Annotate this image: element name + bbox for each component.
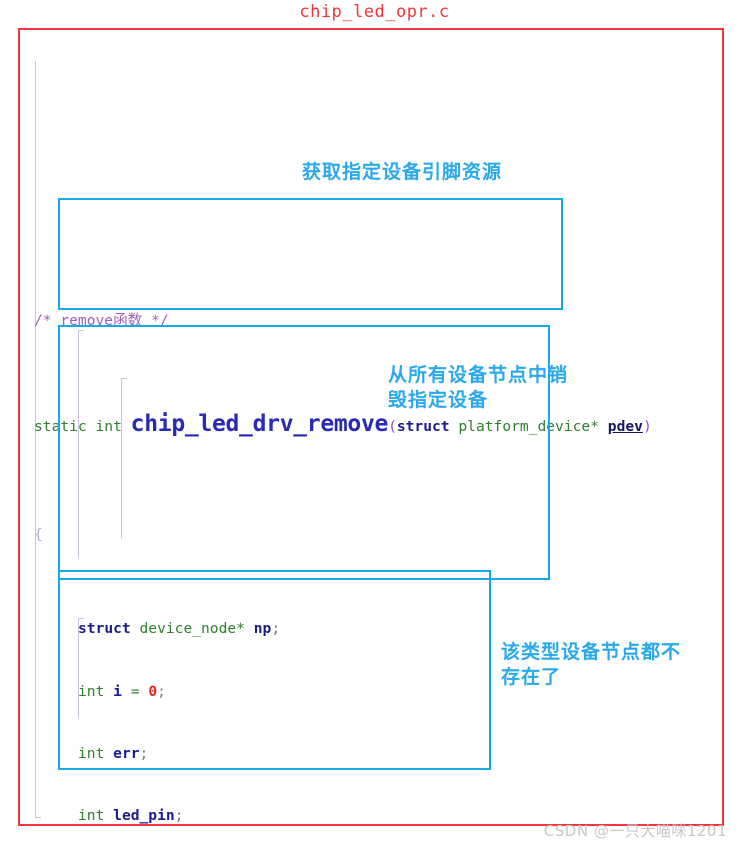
paren-open: (	[388, 417, 397, 435]
kw-int-ledpin: int	[78, 807, 105, 824]
var-led-pin: led_pin	[113, 807, 175, 824]
var-i: i	[113, 682, 122, 700]
anno-get-pin-resource: 获取指定设备引脚资源	[302, 161, 503, 183]
anno-destroy-device: 从所有设备节点中销 毁指定设备	[388, 364, 569, 411]
num-zero-init: 0	[148, 682, 158, 700]
code-listing: /* remove函数 */ static int chip_led_drv_r…	[20, 30, 726, 828]
page-title: chip_led_opr.c	[299, 2, 450, 22]
code-frame: /* remove函数 */ static int chip_led_drv_r…	[18, 28, 724, 826]
function-name: chip_led_drv_remove	[130, 410, 389, 437]
kw-struct: struct	[396, 417, 450, 435]
kw-int-err: int	[78, 744, 105, 762]
kw-int-i: int	[78, 682, 105, 700]
param-pdev: pdev	[607, 417, 643, 435]
watermark: CSDN @一只大喵咪1201	[543, 822, 727, 840]
kw-int: int	[95, 417, 122, 435]
anno-no-nodes-left: 该类型设备节点都不 存在了	[501, 641, 682, 688]
type-platform-device: platform_device*	[458, 417, 599, 435]
indent-guide-tick	[121, 378, 127, 379]
brace-open-fn: {	[34, 526, 43, 544]
type-device-node: device_node*	[139, 620, 245, 638]
var-err: err	[113, 744, 140, 762]
var-np: np	[253, 620, 272, 638]
indent-guide	[121, 378, 122, 538]
kw-struct-decl: struct	[78, 620, 131, 638]
code-comment-remove-fn: /* remove函数 */	[34, 312, 169, 330]
kw-static: static	[34, 417, 87, 435]
screenshot-root: chip_led_opr.c /* remove函数 */ static int…	[0, 0, 749, 845]
paren-close: )	[642, 417, 652, 435]
